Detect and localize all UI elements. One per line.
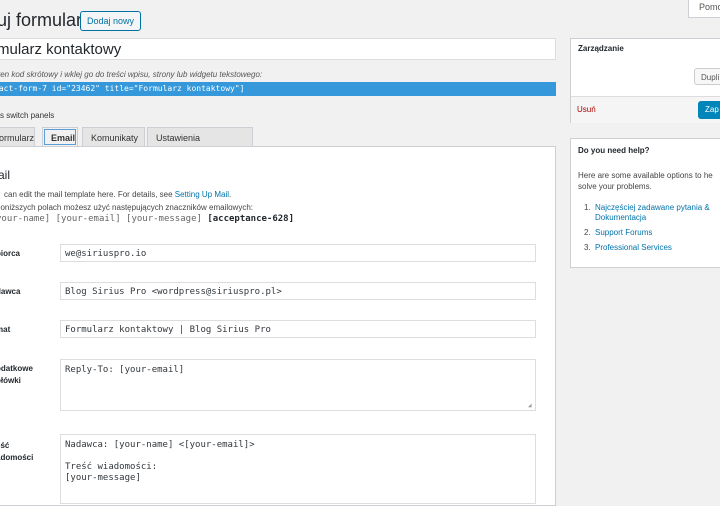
help-links-list: 1. Najczęściej zadawane pytania & Dokumen… <box>584 203 720 258</box>
page-title: tuj formularz <box>0 10 92 30</box>
list-item: 1. Najczęściej zadawane pytania & Dokumen… <box>584 203 720 223</box>
mail-tag-acceptance: [acceptance-628] <box>207 214 295 224</box>
professional-services-link[interactable]: Professional Services <box>595 243 720 253</box>
from-field[interactable]: Blog Sirius Pro <wordpress@siriuspro.pl> <box>60 282 536 300</box>
tab-additional-settings[interactable]: Ustawienia dodatkowe <box>147 127 253 163</box>
additional-headers-label-line2: ółówki <box>0 376 21 385</box>
list-number: 2. <box>584 228 591 237</box>
help-title: Do you need help? <box>578 146 650 155</box>
additional-headers-value: Reply-To: [your-email] <box>65 365 185 375</box>
resize-handle-icon[interactable]: ◢ <box>528 403 534 409</box>
faq-link[interactable]: Najczęściej zadawane pytania & Dokumenta… <box>595 203 720 223</box>
setting-up-mail-link[interactable]: Setting Up Mail <box>175 190 229 199</box>
support-forums-link[interactable]: Support Forums <box>595 228 720 238</box>
help-tab-label: Pomo <box>699 2 720 12</box>
subject-label: mat <box>0 325 11 334</box>
subject-field[interactable]: Formularz kontaktowy | Blog Sirius Pro <box>60 320 536 338</box>
mail-tags-plain: your-name] [your-email] [your-message] <box>0 214 202 224</box>
message-body-label-line2: adomości <box>0 453 34 462</box>
shortcode-hint: j ten kod skrótowy i wklej go do treści … <box>0 70 263 79</box>
message-body-label: eść adomości <box>0 440 33 464</box>
shortcode-field[interactable]: tact-form-7 id="23462" title="Formularz … <box>0 82 556 96</box>
from-label: dawca <box>0 287 21 296</box>
mail-intro-text: can edit the mail template here. For det… <box>4 190 173 199</box>
help-tab[interactable]: Pomo <box>688 0 720 18</box>
list-item: 2. Support Forums <box>584 228 720 238</box>
mail-tags: your-name] [your-email] [your-message] [… <box>0 214 294 224</box>
additional-headers-label: odatkowe ółówki <box>0 363 33 387</box>
switch-panels-link[interactable]: vs switch panels <box>0 111 54 120</box>
list-item: 3. Professional Services <box>584 243 720 253</box>
form-title-input[interactable]: mularz kontaktowy <box>0 38 556 60</box>
add-new-button[interactable]: Dodaj nowy <box>80 11 142 31</box>
tab-email[interactable]: Email <box>42 127 78 147</box>
management-title: Zarządzanie <box>578 44 624 53</box>
tab-form[interactable]: ormularz <box>0 127 35 147</box>
message-body-label-line1: eść <box>0 441 10 450</box>
duplicate-button[interactable]: Dupli <box>694 68 720 85</box>
help-text: Here are some available options to he so… <box>578 171 713 191</box>
list-number: 3. <box>584 243 591 252</box>
delete-link[interactable]: Usuń <box>577 105 596 114</box>
mail-intro-end: . <box>229 190 232 199</box>
mail-intro: can edit the mail template here. For det… <box>4 190 231 199</box>
additional-headers-textarea[interactable]: Reply-To: [your-email] ◢ <box>60 359 536 411</box>
save-button[interactable]: Zap <box>698 101 720 119</box>
to-label: biorca <box>0 249 21 258</box>
tab-messages[interactable]: Komunikaty <box>82 127 145 147</box>
mail-tags-intro: poniższych polach możesz użyć następując… <box>0 203 254 212</box>
additional-headers-label-line1: odatkowe <box>0 364 33 373</box>
mail-panel-heading: ail <box>0 168 11 182</box>
to-field[interactable]: we@siriuspro.io <box>60 244 536 262</box>
message-body-textarea[interactable]: Nadawca: [your-name] <[your-email]> Treś… <box>60 434 536 504</box>
list-number: 1. <box>584 203 591 212</box>
